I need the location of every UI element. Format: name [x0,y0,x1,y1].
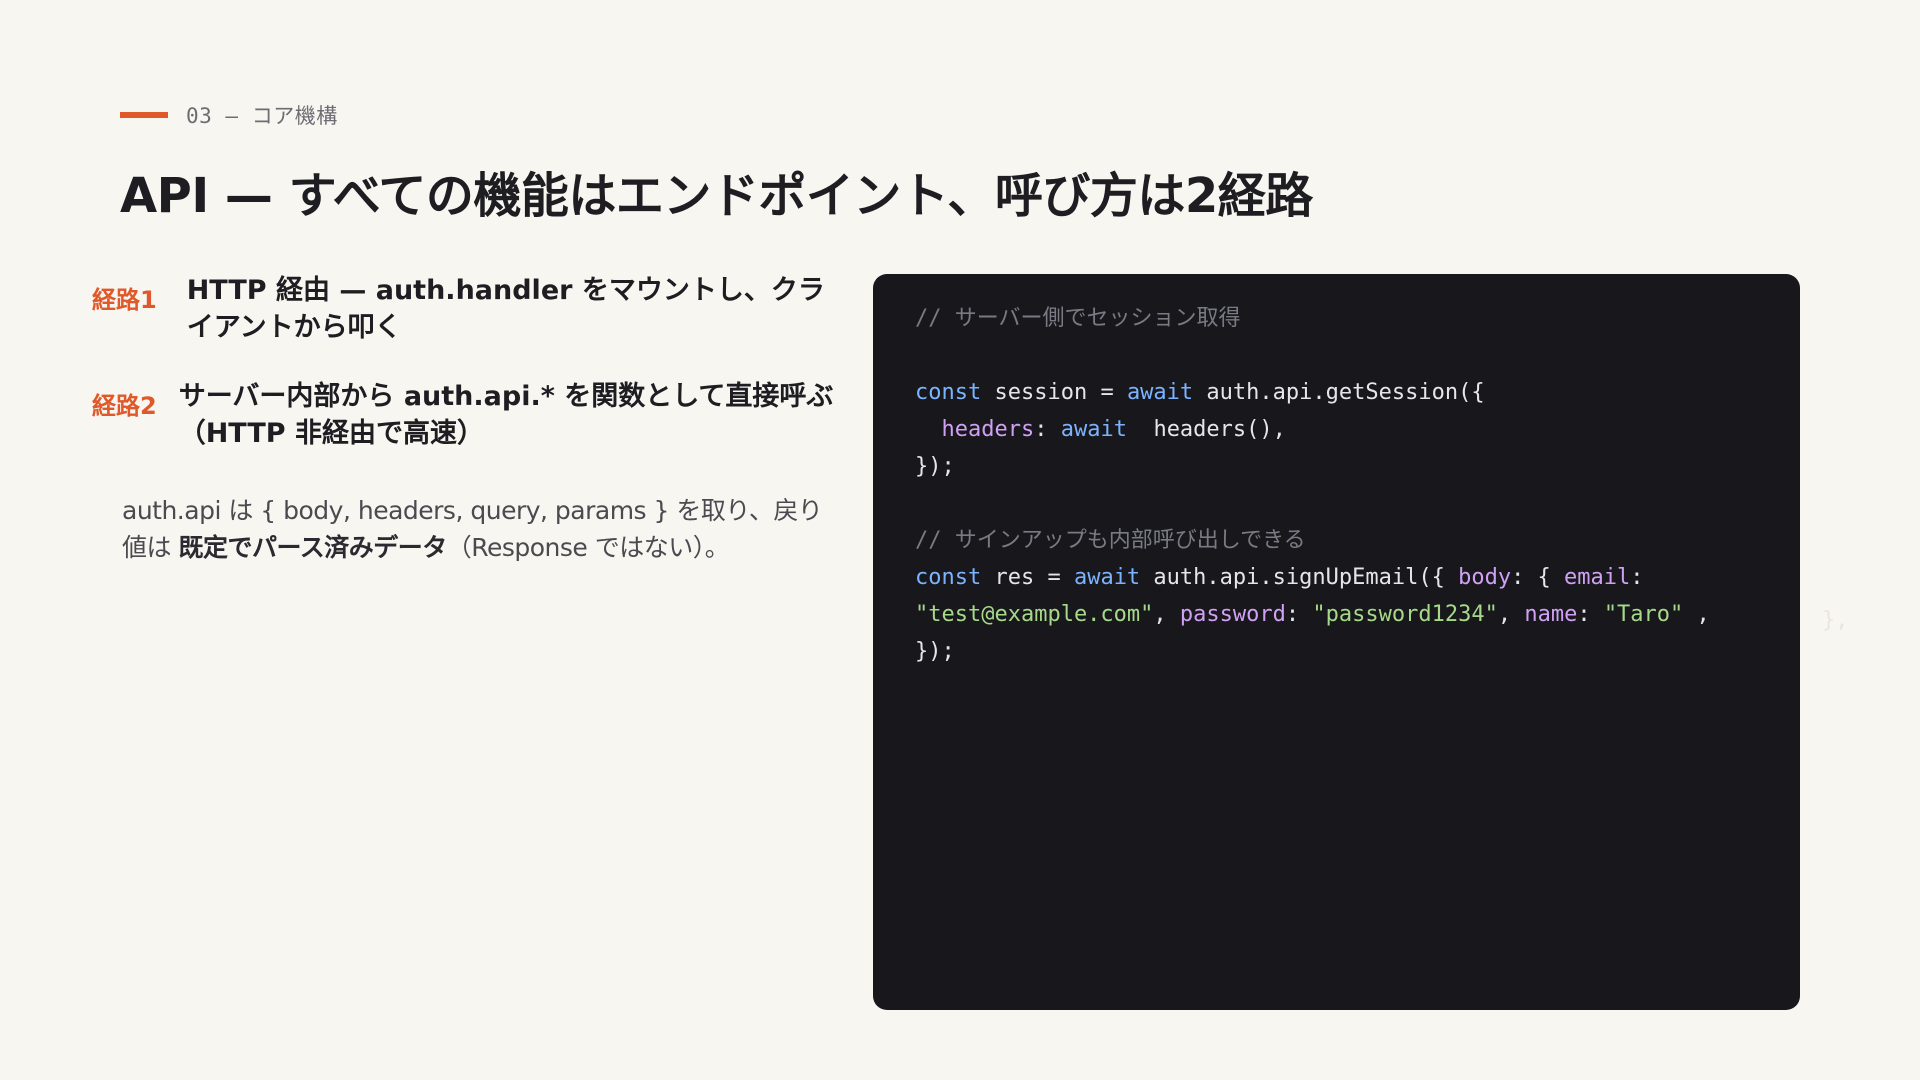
route-1-text: HTTP 経由 — auth.handler をマウントし、クライアントから叩く [186,275,825,343]
code-property: body [1458,565,1512,590]
code-line-close-1: }); [915,448,1800,485]
left-column: 経路1 HTTP 経由 — auth.handler をマウントし、クライアント… [92,272,846,566]
code-block: // サーバー側でセッション取得 const session = await au… [873,274,1800,1010]
code-keyword: await [1126,380,1194,405]
code-text: auth.api.getSession({ [1193,380,1485,405]
code-text: : [1285,602,1313,627]
route-2-label: 経路2 [92,392,157,420]
code-line-sign-up-args: "test@example.com", password: "password1… [915,596,1800,633]
code-string: "test@example.com" [915,602,1154,627]
code-text: }); [915,454,955,479]
code-text: , [1683,602,1710,627]
code-text: : [1577,602,1604,627]
code-property: name [1524,602,1578,627]
code-text: : { [1511,565,1565,590]
code-text: auth.api.signUpEmail({ [1140,565,1459,590]
code-line-close-2: }); [915,633,1800,670]
code-text: : [1034,417,1061,442]
code-keyword: await [1060,417,1127,442]
accent-bar [120,112,168,118]
code-comment: // サインアップも内部呼び出しできる [915,528,1306,553]
overflow-code-fragment: }, [1822,608,1849,633]
slide-title: API — すべての機能はエンドポイント、呼び方は2経路 [120,168,1313,224]
code-property: password [1179,602,1286,627]
code-line-comment-1: // サーバー側でセッション取得 [915,300,1800,337]
code-string: "password1234" [1312,602,1498,627]
description-text-after: （Response ではない）。 [446,533,730,562]
route-item-2: 経路2 サーバー内部から auth.api.* を関数として直接呼ぶ（HTTP … [92,378,846,452]
code-text: headers(), [1126,417,1286,442]
code-comment: // サーバー側でセッション取得 [915,306,1241,331]
code-property: headers [941,417,1035,442]
code-text: , [1497,602,1525,627]
route-item-1: 経路1 HTTP 経由 — auth.handler をマウントし、クライアント… [92,272,846,346]
code-line-headers: headers: await headers(), [915,411,1800,448]
route-2-text: サーバー内部から auth.api.* を関数として直接呼ぶ（HTTP 非経由で… [178,381,834,449]
code-keyword: const [915,380,982,405]
section-eyebrow: 03 — コア機構 [120,100,338,130]
code-keyword: const [915,565,982,590]
code-text: , [1153,602,1180,627]
code-content: // サーバー側でセッション取得 const session = await au… [915,300,1800,670]
code-string: "Taro" [1603,602,1684,627]
code-line-get-session: const session = await auth.api.getSessio… [915,374,1800,411]
code-text: res = [981,565,1074,590]
code-text: }); [915,639,955,664]
description-emphasis: 既定でパース済みデータ [178,533,447,562]
code-property: email [1564,565,1631,590]
api-description: auth.api は { body, headers, query, param… [122,492,846,566]
code-text: : [1630,565,1644,590]
code-line-comment-2: // サインアップも内部呼び出しできる [915,522,1800,559]
code-text: session = [981,380,1127,405]
code-line-sign-up: const res = await auth.api.signUpEmail({… [915,559,1800,596]
section-label: 03 — コア機構 [186,104,338,128]
code-keyword: await [1073,565,1141,590]
route-1-label: 経路1 [92,286,157,314]
